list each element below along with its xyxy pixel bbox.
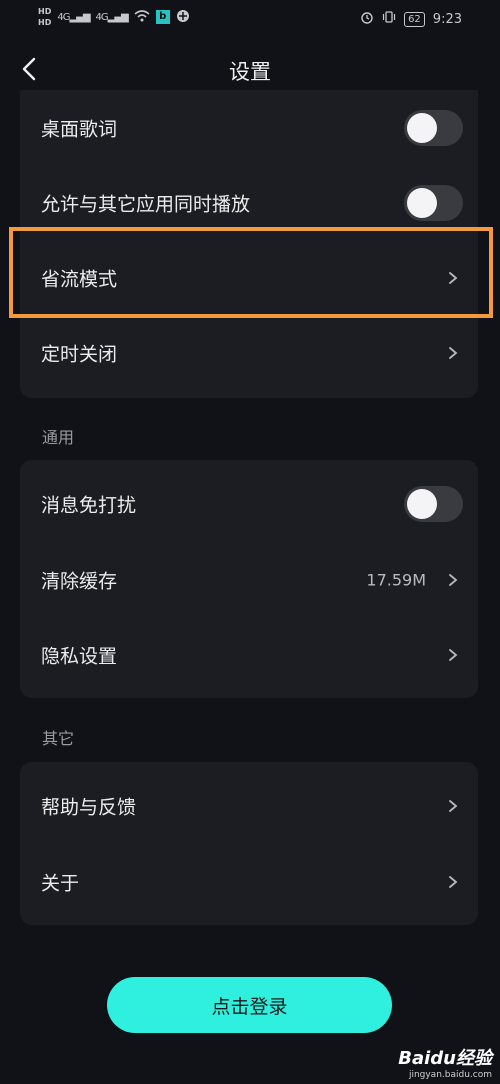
page-title: 设置 [229, 60, 271, 84]
settings-card-other: 帮助与反馈 关于 [20, 762, 478, 925]
setting-row-privacy[interactable]: 隐私设置 [20, 617, 478, 692]
status-left: HD HD 4G▂▄▆ 4G▂▄▆ b [38, 6, 190, 28]
signal-2: 4G▂▄▆ [95, 11, 129, 23]
setting-row-clear-cache[interactable]: 清除缓存 17.59M [20, 542, 478, 617]
vibrate-icon [382, 10, 396, 28]
setting-label: 允许与其它应用同时播放 [41, 193, 251, 215]
setting-label: 省流模式 [41, 268, 118, 290]
section-header-other: 其它 [42, 729, 75, 748]
battery-indicator: 62 [404, 11, 425, 27]
setting-label: 帮助与反馈 [41, 796, 137, 818]
chevron-right-icon [449, 346, 458, 359]
baidu-watermark: Baidu经验 jingyan.baidu.com [398, 1044, 492, 1080]
alarm-icon [360, 10, 374, 28]
setting-label: 桌面歌词 [41, 118, 118, 140]
section-header-general: 通用 [42, 428, 75, 447]
settings-card-playback: 桌面歌词 允许与其它应用同时播放 省流模式 定时关闭 [20, 90, 478, 398]
status-bar: HD HD 4G▂▄▆ 4G▂▄▆ b 62 9:23 [0, 0, 500, 40]
hd-indicator-1: HD [38, 7, 52, 16]
setting-label: 隐私设置 [41, 645, 118, 667]
status-right: 62 9:23 [360, 10, 462, 28]
signal-1: 4G▂▄▆ [57, 11, 90, 23]
setting-label: 清除缓存 [41, 570, 118, 592]
setting-row-help-feedback[interactable]: 帮助与反馈 [20, 768, 478, 843]
hd-indicator-2: HD [38, 18, 52, 27]
setting-row-data-saver[interactable]: 省流模式 [20, 240, 478, 315]
clock: 9:23 [432, 11, 462, 27]
hd-indicators: HD HD [38, 6, 51, 28]
cache-size-value: 17.59M [366, 570, 426, 589]
watermark-url: jingyan.baidu.com [408, 1070, 492, 1080]
app-notification-icon: b [155, 10, 170, 24]
setting-row-dnd: 消息免打扰 [20, 466, 478, 541]
mix-playback-toggle[interactable] [404, 184, 463, 221]
desktop-lyrics-toggle[interactable] [404, 109, 463, 146]
toggle-knob [407, 488, 437, 519]
app-notification-icon-2 [176, 9, 190, 26]
login-button[interactable]: 点击登录 [107, 977, 392, 1033]
chevron-right-icon [449, 648, 458, 661]
chevron-right-icon [449, 799, 458, 812]
setting-row-about[interactable]: 关于 [20, 844, 478, 919]
chevron-right-icon [449, 875, 458, 888]
setting-label: 定时关闭 [41, 343, 118, 365]
dnd-toggle[interactable] [404, 485, 463, 522]
watermark-logo: Baidu经验 [398, 1048, 492, 1069]
setting-row-sleep-timer[interactable]: 定时关闭 [20, 315, 478, 390]
wifi-icon [134, 9, 150, 25]
chevron-right-icon [449, 573, 458, 586]
signal-1-label: 4G [57, 11, 70, 23]
setting-row-desktop-lyrics: 桌面歌词 [20, 90, 478, 165]
chevron-right-icon [449, 271, 458, 284]
toggle-knob [407, 112, 437, 143]
toggle-knob [407, 187, 437, 218]
setting-label: 消息免打扰 [41, 494, 137, 516]
settings-card-general: 消息免打扰 清除缓存 17.59M 隐私设置 [20, 460, 478, 698]
setting-row-mix-playback: 允许与其它应用同时播放 [20, 165, 478, 240]
signal-2-label: 4G [95, 11, 109, 23]
setting-label: 关于 [41, 872, 80, 894]
